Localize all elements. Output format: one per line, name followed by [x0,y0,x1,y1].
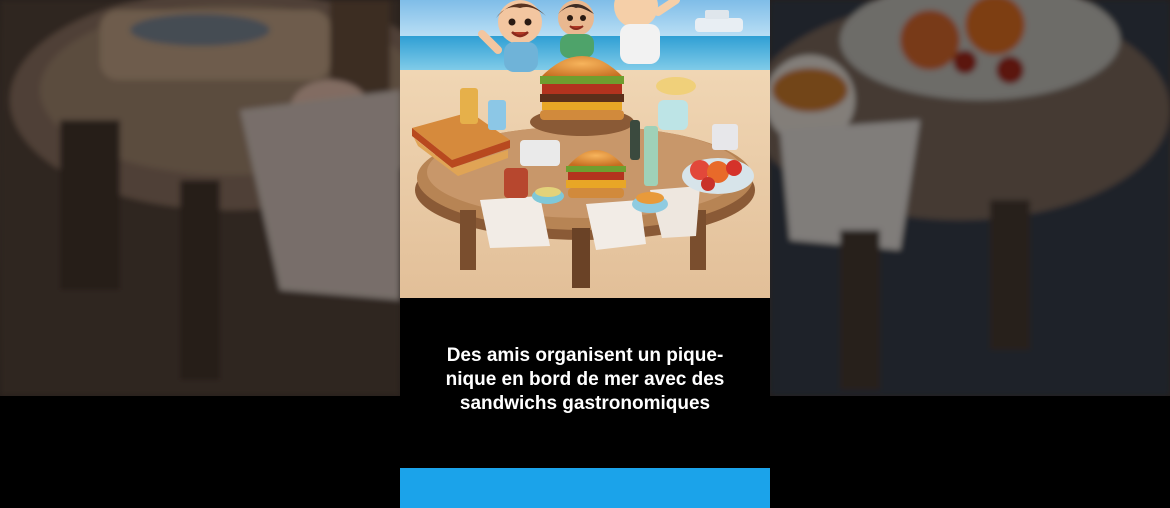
video-caption: Des amis organisent un pique- nique en b… [410,344,760,416]
beach-picnic-illustration [400,0,770,298]
accent-bar [400,468,770,508]
content-column: Des amis organisent un pique- nique en b… [400,0,770,508]
caption-line-2: nique en bord de mer avec des [445,369,725,390]
artwork-image [400,0,770,298]
caption-line-1: Des amis organisent un pique- [446,345,724,366]
video-frame: Des amis organisent un pique- nique en b… [0,0,1170,508]
caption-line-3: sandwichs gastronomiques [459,393,711,414]
